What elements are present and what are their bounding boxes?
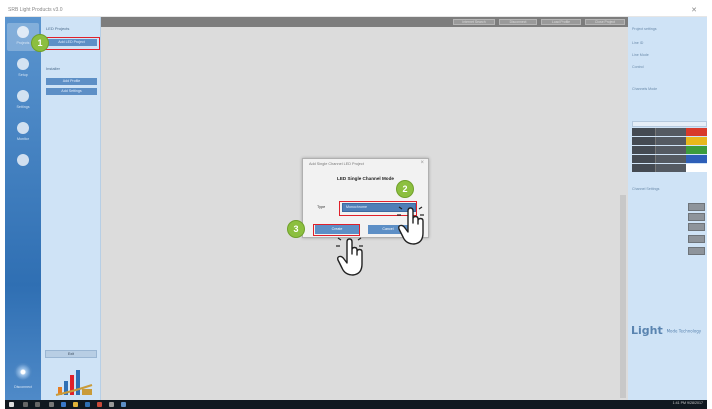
edge-icon[interactable]: [61, 402, 66, 407]
window-title: SRB Light Products v3.0: [8, 7, 63, 13]
right-panel: Project settings Line ID Line Mode Contr…: [628, 17, 707, 400]
left-rail: Projects Setup Settings Monitor Disconne…: [5, 17, 41, 400]
monitor-icon: [17, 122, 29, 134]
right-panel-line: Project settings: [632, 27, 657, 31]
color-swatch: [686, 137, 707, 145]
rail-item-extra[interactable]: [7, 151, 39, 179]
top-toolbar: Internet Search Disconnect Load Profile …: [101, 17, 628, 27]
right-panel-line: Control: [632, 65, 644, 69]
channels-table-header: [632, 121, 707, 127]
brand-logo: Light Mode Technology: [631, 324, 707, 338]
table-row[interactable]: [632, 146, 707, 154]
channel-button[interactable]: [688, 235, 705, 243]
close-icon[interactable]: ×: [420, 160, 424, 166]
color-swatch: [686, 128, 707, 136]
search-icon[interactable]: [23, 402, 28, 407]
step-badge: 3: [287, 220, 305, 238]
close-icon[interactable]: ✕: [691, 6, 697, 14]
channels-mode-label: Channels Mode: [632, 87, 658, 91]
type-label: Type: [317, 205, 326, 209]
table-row[interactable]: [632, 155, 707, 163]
table-row[interactable]: [632, 164, 707, 172]
app-icon[interactable]: [121, 402, 126, 407]
highlight-frame: [313, 224, 360, 236]
rail-item-setup[interactable]: Setup: [7, 55, 39, 83]
taskbar: 1:41 PM 9/28/2017: [5, 400, 707, 409]
disconnect-button[interactable]: Disconnect: [499, 19, 537, 25]
disc-icon[interactable]: [14, 363, 32, 381]
app-icon[interactable]: [97, 402, 102, 407]
color-swatch: [686, 146, 707, 154]
table-row[interactable]: [632, 128, 707, 136]
channel-button[interactable]: [688, 213, 705, 221]
right-panel-line: Line Mode: [632, 53, 649, 57]
internet-search-button[interactable]: Internet Search: [453, 19, 495, 25]
color-swatch: [686, 164, 707, 172]
table-row[interactable]: [632, 137, 707, 145]
brand-sub: Mode Technology: [666, 328, 702, 334]
folder-icon: [17, 26, 29, 38]
rail-item-monitor[interactable]: Monitor: [7, 119, 39, 147]
start-icon[interactable]: [9, 402, 14, 407]
info-icon: [17, 154, 29, 166]
channel-button[interactable]: [688, 203, 705, 211]
channels-table: [632, 121, 707, 172]
project-panel: LED Projects Add LED Project Installer A…: [41, 17, 101, 400]
exit-button[interactable]: Exit: [45, 350, 97, 358]
panel-heading-installer: Installer: [46, 66, 61, 71]
title-bar: SRB Light Products v3.0 ✕: [5, 6, 707, 17]
add-profile-button[interactable]: Add Profile: [46, 78, 97, 85]
rail-item-label: Settings: [16, 105, 30, 109]
step-badge: 1: [31, 34, 49, 52]
step-badge: 2: [396, 180, 414, 198]
browser-icon[interactable]: [49, 402, 54, 407]
rail-item-label: Setup: [18, 73, 28, 77]
vertical-scrollbar[interactable]: [620, 195, 626, 398]
highlight-frame: [42, 37, 100, 50]
disc-label: Disconnect: [14, 385, 32, 389]
panel-heading-projects: LED Projects: [46, 26, 70, 31]
store-icon[interactable]: [85, 402, 90, 407]
gear-icon: [17, 58, 29, 70]
load-profile-button[interactable]: Load Profile: [541, 19, 581, 25]
app-icon[interactable]: [109, 402, 114, 407]
add-settings-button[interactable]: Add Settings: [46, 88, 97, 95]
hand-pointer-icon: [397, 206, 424, 245]
close-project-button[interactable]: Close Project: [585, 19, 625, 25]
app-window: SRB Light Products v3.0 ✕ Projects Setup…: [0, 0, 712, 409]
clock: 1:41 PM 9/28/2017: [672, 401, 703, 405]
brand-name: Light: [631, 324, 663, 337]
bar-chart-logo-icon: [55, 370, 93, 396]
channel-button[interactable]: [688, 247, 705, 255]
rail-item-settings[interactable]: Settings: [7, 87, 39, 115]
right-panel-line: Line ID: [632, 41, 644, 45]
channel-button[interactable]: [688, 223, 705, 231]
rail-item-label: Monitor: [17, 137, 29, 141]
folder-icon[interactable]: [73, 402, 78, 407]
task-view-icon[interactable]: [35, 402, 40, 407]
hand-pointer-icon: [336, 237, 363, 276]
color-swatch: [686, 155, 707, 163]
sliders-icon: [17, 90, 29, 102]
channel-settings-label: Channel Settings: [632, 187, 660, 191]
dialog-title: Add Single Channel LED Project: [309, 162, 364, 166]
